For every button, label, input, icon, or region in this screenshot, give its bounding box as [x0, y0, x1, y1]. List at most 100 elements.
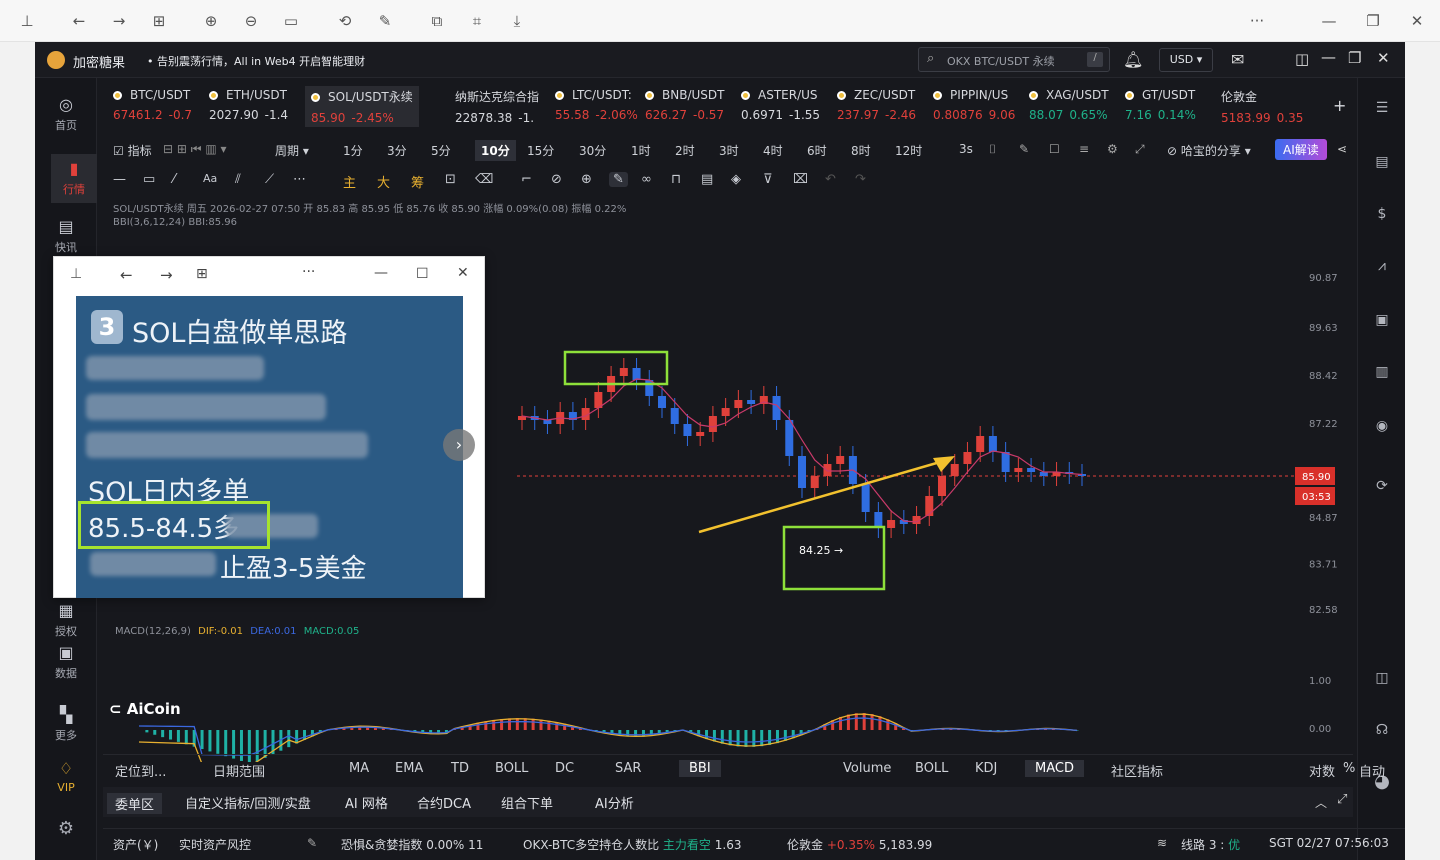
ticker-7[interactable]: ZEC/USDT 237.97 -2.46 [837, 88, 916, 122]
more-tools-icon[interactable]: ⋯ [293, 172, 306, 187]
settings-icon[interactable]: ⚙ [35, 818, 97, 839]
main-indicator-ma[interactable]: MA [349, 761, 369, 776]
layout-toggle-icon[interactable]: ⊟ ⊞ ⏮ ▥ ▾ [163, 142, 227, 157]
sub-indicator-boll[interactable]: BOLL [915, 761, 948, 776]
mail-icon[interactable]: ✉ [1231, 50, 1244, 69]
currency-select[interactable]: USD ▾ [1159, 48, 1213, 72]
period-select[interactable]: 周期 ▾ [275, 142, 309, 159]
timeframe-12[interactable]: 12时 [895, 142, 922, 159]
lock-draw-icon[interactable]: ✎ [609, 172, 628, 187]
locate-button[interactable]: 定位到... [115, 761, 166, 780]
rect-tool-icon[interactable]: ▭ [143, 172, 155, 187]
lock-icon[interactable]: ⊓ [671, 172, 681, 187]
edit-icon[interactable]: ✎ [374, 10, 396, 32]
ticker-3[interactable]: 纳斯达克综合指 22878.38 -1. [455, 88, 539, 125]
brush-tool-icon[interactable]: ⟋ [265, 172, 274, 187]
bottom-tab-1[interactable]: 自定义指标/回测/实盘 [185, 793, 311, 812]
timeframe-7[interactable]: 2时 [675, 142, 695, 159]
ruler-icon[interactable]: ⊘ [551, 172, 562, 187]
select-icon[interactable]: ⌐ [521, 172, 532, 187]
pen-icon[interactable]: ✎ [1019, 142, 1029, 156]
search-input[interactable]: ⌕ OKX BTC/USDT 永续 / [918, 47, 1110, 72]
close-icon[interactable]: ✕ [1406, 10, 1428, 32]
minimize-icon[interactable]: — [1318, 10, 1340, 32]
bottom-tab-0[interactable]: 委单区 [107, 793, 163, 814]
timeframe-6[interactable]: 1时 [631, 142, 651, 159]
zoom-icon[interactable]: ⊕ [581, 172, 592, 187]
restore-icon[interactable]: ❐ [1362, 10, 1384, 32]
pin-icon[interactable]: ⊥ [16, 10, 38, 32]
community-indicator-button[interactable]: 社区指标 [1111, 761, 1163, 780]
timeframe-2[interactable]: 5分 [431, 142, 451, 159]
expand-icon[interactable]: ⤢ [1337, 792, 1347, 807]
timeframe-1[interactable]: 3分 [387, 142, 407, 159]
gold-status[interactable]: 伦敦金 +0.35% 5,183.99 [787, 836, 932, 853]
announcement[interactable]: • 告别震荡行情，All in Web4 开启智能理财 [147, 53, 365, 69]
monitor-icon[interactable]: ▣ [1372, 310, 1392, 330]
image-popup[interactable]: ⊥ ← → ⊞ ··· — ☐ ✕ 3 SOL白盘做单思路 SOL日内多单 85… [53, 256, 485, 598]
headset-icon[interactable]: ☊ [1372, 720, 1392, 740]
chip-button[interactable]: 筹 [411, 172, 424, 191]
bottom-tab-5[interactable]: AI分析 [595, 793, 634, 812]
main-indicator-td[interactable]: TD [451, 761, 469, 776]
main-indicator-ema[interactable]: EMA [395, 761, 423, 776]
app-close-icon[interactable]: ✕ [1377, 49, 1390, 67]
redo-icon[interactable]: ↷ [855, 172, 866, 187]
ticker-5[interactable]: BNB/USDT 626.27 -0.57 [645, 88, 724, 122]
more-button[interactable]: ··· [1246, 10, 1268, 32]
trash-icon[interactable]: ⌧ [793, 172, 808, 187]
popup-maximize-icon[interactable]: ☐ [416, 266, 429, 282]
ray-tool-icon[interactable]: ⁄ [173, 172, 175, 187]
share-icon[interactable]: ⋖ [1337, 142, 1347, 156]
eraser-icon[interactable]: ⌫ [475, 172, 493, 187]
app-restore-icon[interactable]: ❐ [1348, 49, 1361, 67]
etf-icon[interactable]: ▥ [1372, 362, 1392, 382]
link-icon[interactable]: ∞ [641, 172, 652, 187]
main-indicator-sar[interactable]: SAR [615, 761, 641, 776]
nav-market[interactable]: ▮ 行情 [51, 154, 97, 203]
back-icon[interactable]: ← [68, 10, 90, 32]
nav-news[interactable]: ▤ 快讯 [35, 218, 97, 255]
ticker-4[interactable]: LTC/USDT: 55.58 -2.06% [555, 88, 638, 122]
main-indicator-dc[interactable]: DC [555, 761, 574, 776]
indicator-button[interactable]: ☑ 指标 [113, 142, 152, 159]
pencil-icon[interactable]: ✎ [307, 836, 317, 850]
main-indicator-bbi[interactable]: BBI [679, 760, 721, 777]
popup-forward-icon[interactable]: → [160, 266, 173, 284]
ticker-10[interactable]: GT/USDT 7.16 0.14% [1125, 88, 1196, 122]
nav-vip[interactable]: ♢ VIP [35, 760, 97, 795]
date-range-button[interactable]: 日期范围 [213, 761, 265, 780]
nav-home[interactable]: ◎ 首页 [35, 96, 97, 133]
bell-icon[interactable]: 🔔︎ [1123, 50, 1143, 69]
log-scale-button[interactable]: 对数 [1309, 761, 1335, 780]
text-tool-icon[interactable]: Aa [203, 172, 217, 185]
sub-indicator-macd[interactable]: MACD [1025, 760, 1084, 777]
layout-icon[interactable]: ◫ [1295, 50, 1309, 68]
auto-scale-button[interactable]: 自动 [1359, 761, 1385, 780]
zoom-in-icon[interactable]: ⊕ [200, 10, 222, 32]
wallet-icon[interactable]: $ [1372, 204, 1392, 224]
ai-read-button[interactable]: AI解读 [1275, 139, 1327, 160]
timeframe-11[interactable]: 8时 [851, 142, 871, 159]
comment-icon[interactable]: ☐ [1049, 142, 1060, 156]
okx-ratio[interactable]: OKX-BTC多空持仓人数比 主力看空 1.63 [523, 836, 741, 853]
app-minimize-icon[interactable]: — [1321, 48, 1336, 66]
copy-icon[interactable]: ⧉ [426, 10, 448, 32]
filter-icon[interactable]: ⊽ [763, 172, 773, 187]
fullscreen-icon[interactable]: ⤢ [1135, 142, 1145, 157]
big-order-button[interactable]: 大 [377, 172, 390, 191]
list-icon[interactable]: ☰ [1372, 98, 1392, 118]
magnet-icon[interactable]: ⊡ [445, 172, 456, 187]
add-ticker-icon[interactable]: + [1333, 96, 1346, 115]
align-icon[interactable]: ≡ [1079, 142, 1089, 156]
ticker-11[interactable]: 伦敦金 5183.99 0.35 [1221, 88, 1303, 125]
refresh-icon[interactable]: ⟳ [1372, 476, 1392, 496]
hide-icon[interactable]: ◈ [731, 172, 741, 187]
settings-icon[interactable]: ⚙ [1107, 142, 1118, 156]
popup-grid-icon[interactable]: ⊞ [196, 266, 208, 282]
timeframe-10[interactable]: 6时 [807, 142, 827, 159]
grid-icon[interactable]: ⊞ [148, 10, 170, 32]
main-indicator-boll[interactable]: BOLL [495, 761, 528, 776]
avatar[interactable] [47, 51, 65, 69]
bottom-tab-3[interactable]: 合约DCA [417, 793, 471, 812]
